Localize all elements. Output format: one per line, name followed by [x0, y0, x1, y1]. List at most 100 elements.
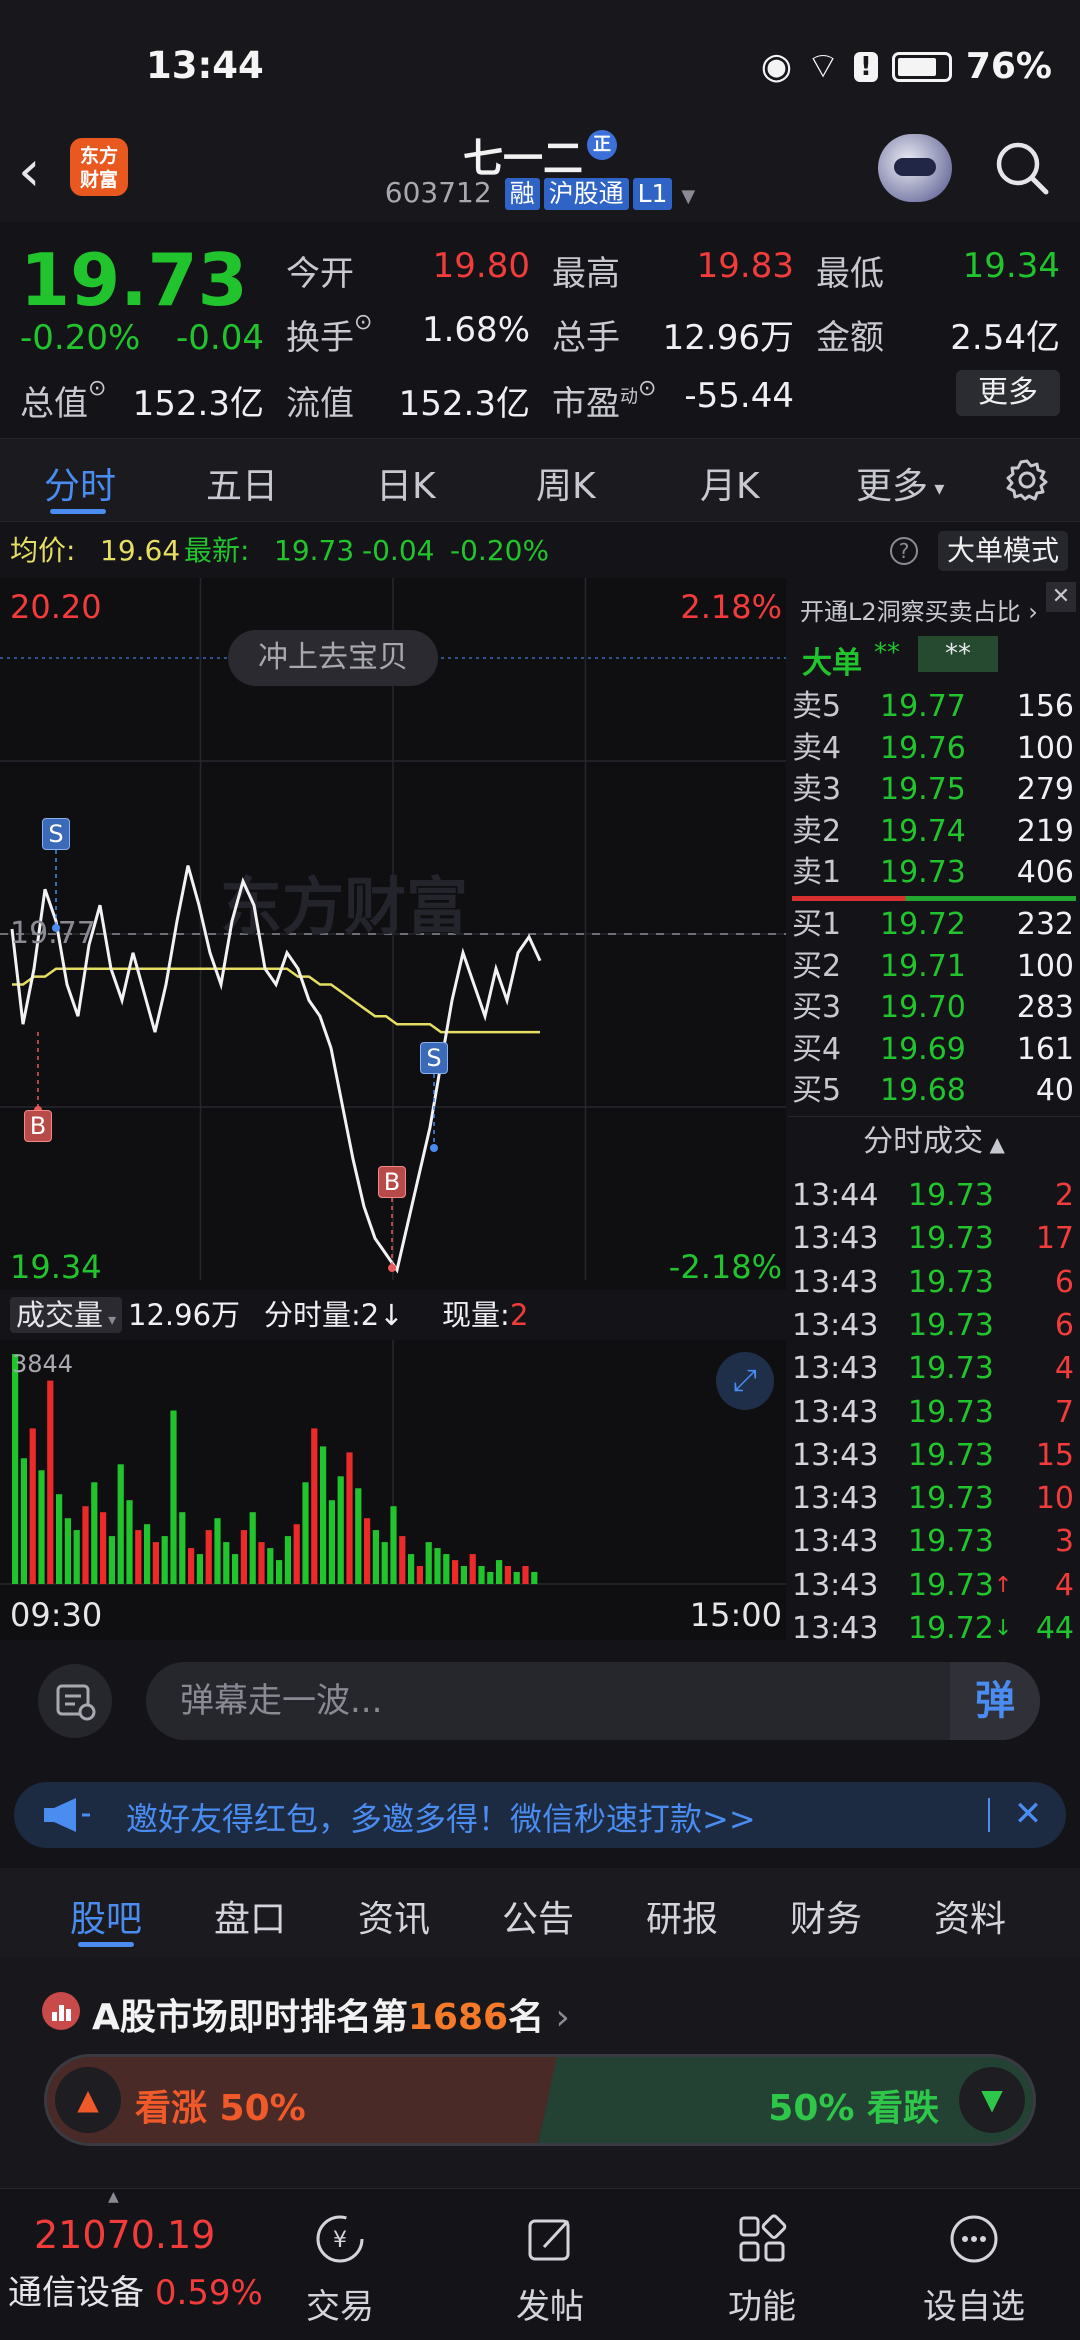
volume-header: 成交量 ▾ 12.96万 分时量:2↓ 现量: 2	[0, 1290, 786, 1340]
buy-level-row[interactable]: 买3 19.70 283	[788, 987, 1080, 1028]
trade-button[interactable]: ¥ 交易	[270, 2189, 410, 2328]
trade-row: 13:43 19.73 17	[788, 1217, 1080, 1260]
marker-sell[interactable]: S	[420, 1042, 448, 1074]
volume-bar	[487, 1572, 494, 1584]
zheng-badge: 正	[587, 130, 617, 160]
level-price: 19.69	[880, 1031, 966, 1067]
close-icon[interactable]: ✕	[1046, 582, 1076, 612]
danmu-input[interactable]: 弹幕走一波... 弹	[146, 1662, 1040, 1740]
buy-level-row[interactable]: 买1 19.72 232	[788, 904, 1080, 945]
volume-bar	[47, 1380, 54, 1584]
volume-bar	[443, 1554, 450, 1584]
tab-news[interactable]: 资讯	[358, 1890, 430, 1942]
trade-volume: 4	[1054, 1567, 1074, 1603]
bottom-toolbar: ▲ 21070.19 通信设备 0.59% ¥ 交易 发帖 功能 设自选	[0, 2188, 1080, 2340]
level-volume: 100	[1016, 948, 1074, 984]
info-icon: ⊙	[638, 376, 657, 401]
buy-level-row[interactable]: 买4 19.69 161	[788, 1029, 1080, 1070]
tab-five-day[interactable]: 五日	[206, 457, 278, 509]
volume-bar	[522, 1566, 529, 1584]
buy-level-row[interactable]: 买5 19.68 40	[788, 1070, 1080, 1111]
volume-bar	[20, 1458, 27, 1584]
trade-price: 19.73	[908, 1481, 994, 1517]
tab-profile[interactable]: 资料	[934, 1890, 1006, 1942]
hint-bubble[interactable]: 冲上去宝贝	[228, 630, 438, 686]
battery-icon	[891, 51, 952, 82]
change-amount: -0.04	[176, 318, 264, 358]
mktcap-label[interactable]: 总值⊙	[20, 376, 106, 425]
marker-sell[interactable]: S	[42, 818, 70, 850]
tab-day-k[interactable]: 日K	[376, 457, 436, 509]
sector-index[interactable]: ▲ 21070.19 通信设备 0.59%	[0, 2189, 263, 2340]
trades-header[interactable]: 分时成交 ▲	[788, 1116, 1080, 1166]
turnover-label[interactable]: 换手⊙	[286, 310, 372, 359]
expand-icon[interactable]: ⤢	[716, 1352, 774, 1410]
rank-text[interactable]: A股市场即时排名第1686名 ›	[92, 1988, 570, 2040]
marker-buy[interactable]: B	[378, 1166, 406, 1198]
invite-banner[interactable]: 邀好友得红包，多邀多得！微信秒速打款>> ✕	[14, 1782, 1066, 1848]
help-icon[interactable]: ?	[890, 537, 918, 565]
volume-bar	[311, 1428, 318, 1584]
settings-gear-icon[interactable]	[1004, 457, 1050, 503]
sell-level-row[interactable]: 卖5 19.77 156	[788, 686, 1080, 727]
volume-bar	[337, 1476, 344, 1584]
pct-high-label: 2.18%	[680, 588, 782, 626]
rank-chart-icon	[42, 1992, 80, 2030]
danmu-send-button[interactable]: 弹	[950, 1662, 1040, 1740]
tab-underline	[50, 509, 106, 514]
more-quote-button[interactable]: 更多	[956, 370, 1060, 416]
chart-tabs: 分时 五日 日K 周K 月K 更多 ▾	[0, 438, 1080, 522]
watchlist-button[interactable]: 设自选	[904, 2189, 1044, 2328]
sell-level-row[interactable]: 卖1 19.73 406	[788, 852, 1080, 893]
close-icon[interactable]: ✕	[1004, 1790, 1052, 1838]
tab-more[interactable]: 更多 ▾	[856, 457, 944, 509]
volume-bar	[355, 1488, 362, 1584]
tab-pankou[interactable]: 盘口	[214, 1890, 286, 1942]
volume-dropdown[interactable]: 成交量 ▾	[10, 1297, 123, 1333]
arrow-down-icon[interactable]: ▼	[959, 2067, 1025, 2133]
volume-bar	[135, 1530, 142, 1584]
volume-bar	[126, 1500, 133, 1584]
robot-assistant-icon[interactable]	[878, 134, 952, 202]
volume-bar	[531, 1572, 538, 1584]
marker-buy[interactable]: B	[24, 1110, 52, 1142]
edit-icon	[528, 2219, 570, 2261]
sell-level-row[interactable]: 卖3 19.75 279	[788, 769, 1080, 810]
volume-bar	[452, 1560, 459, 1584]
level-price: 19.72	[880, 907, 966, 942]
tab-finance[interactable]: 财务	[790, 1890, 862, 1942]
level-label: 买3	[792, 990, 842, 1025]
big-order-mode-button[interactable]: 大单模式	[938, 531, 1068, 571]
pe-label[interactable]: 市盈动⊙	[552, 376, 656, 425]
functions-button[interactable]: 功能	[692, 2189, 832, 2328]
big-order-v1: **	[874, 638, 900, 668]
post-button[interactable]: 发帖	[480, 2189, 620, 2328]
volume-now-label: 现量:	[442, 1298, 510, 1332]
open-value: 19.80	[432, 246, 530, 286]
danmu-settings-icon[interactable]	[38, 1664, 112, 1738]
volume-bar	[82, 1506, 89, 1584]
trade-row: 13:43 19.73 6	[788, 1304, 1080, 1347]
tab-guba[interactable]: 股吧	[70, 1890, 142, 1942]
trade-price: 19.73	[908, 1437, 994, 1473]
trade-volume: 17	[1035, 1221, 1074, 1257]
tab-month-k[interactable]: 月K	[700, 457, 760, 509]
tab-research[interactable]: 研报	[646, 1890, 718, 1942]
tab-week-k[interactable]: 周K	[536, 457, 596, 509]
trade-volume: 15	[1035, 1437, 1074, 1473]
tab-announcement[interactable]: 公告	[502, 1890, 574, 1942]
l2-promo[interactable]: 开通L2洞察买卖占比 ›	[800, 592, 1038, 627]
intraday-chart[interactable]: 东方财富 20.20 2.18% 19.77 19.34 -2.18% 冲上去宝…	[0, 578, 786, 1640]
volume-bar	[117, 1464, 124, 1584]
buy-level-row[interactable]: 买2 19.71 100	[788, 946, 1080, 987]
sell-level-row[interactable]: 卖2 19.74 219	[788, 811, 1080, 852]
arrow-up-icon[interactable]: ▲	[55, 2067, 121, 2133]
turnover-value: 1.68%	[421, 310, 530, 350]
level-price: 19.73	[880, 855, 966, 890]
trade-price: 19.73	[908, 1394, 994, 1430]
volume-bar	[381, 1542, 388, 1584]
sell-level-row[interactable]: 卖4 19.76 100	[788, 728, 1080, 769]
volume-bar	[504, 1566, 511, 1584]
search-icon[interactable]	[992, 138, 1052, 198]
tab-fenshi[interactable]: 分时	[44, 457, 116, 509]
